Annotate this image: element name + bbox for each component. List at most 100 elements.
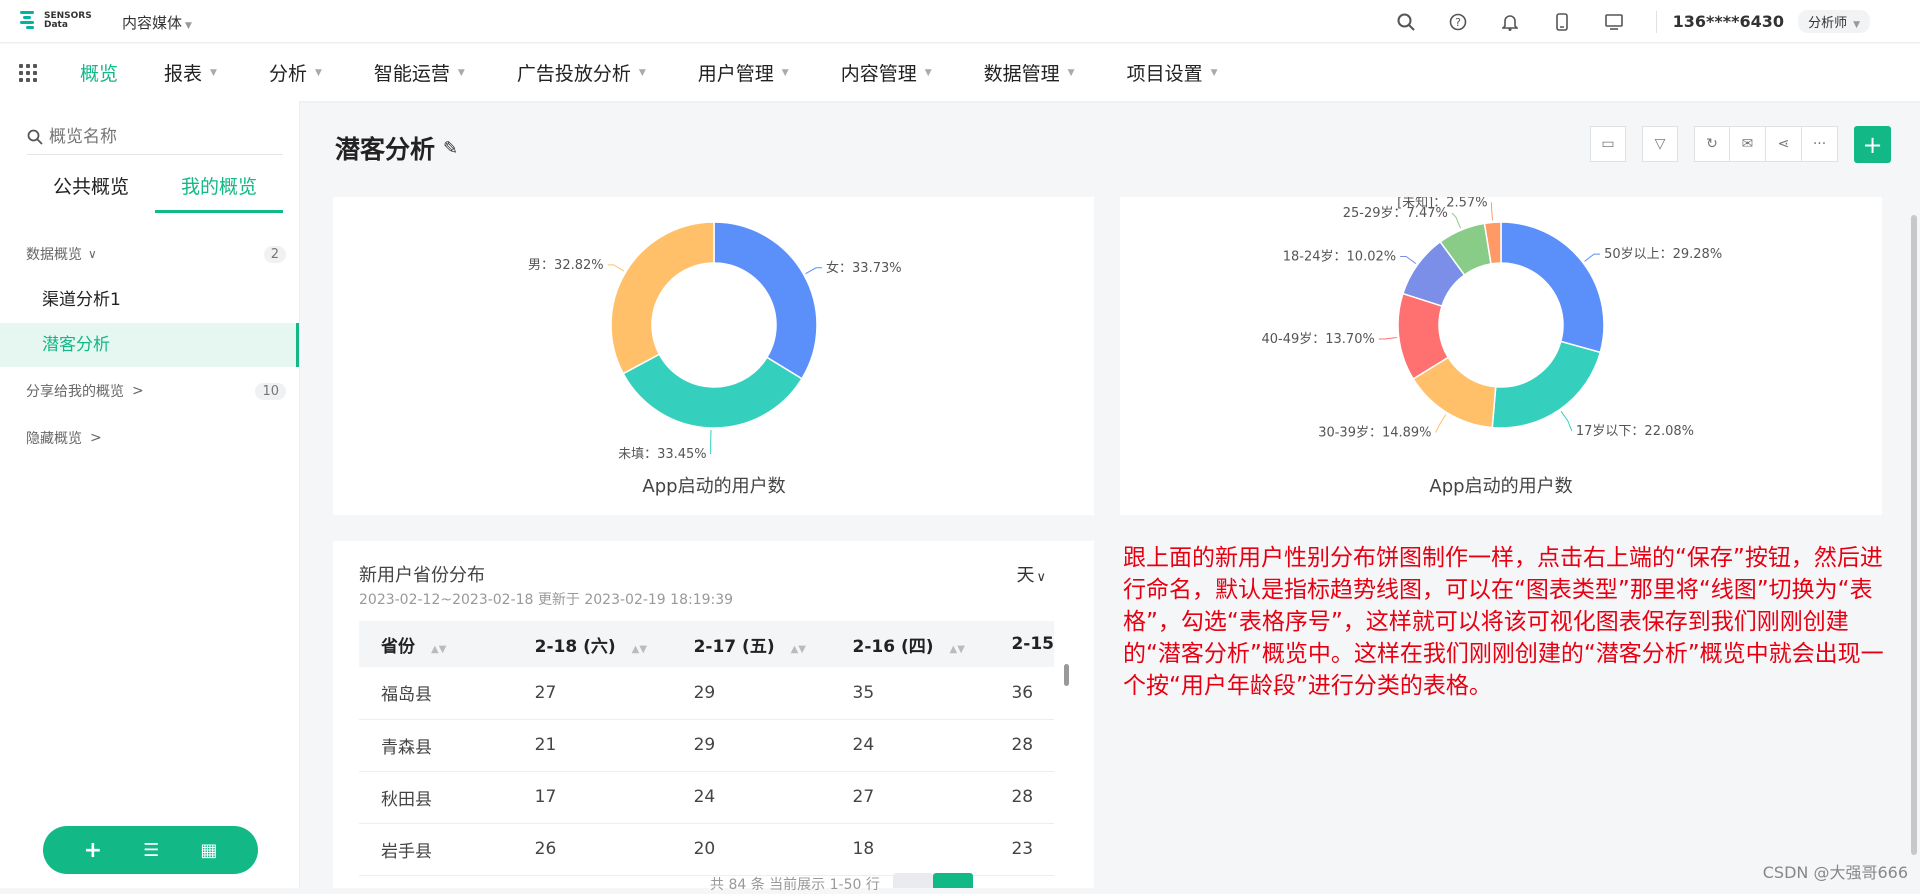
slice-label: 男：32.82% (528, 258, 604, 273)
table-card-province: 新用户省份分布 2023-02-12~2023-02-18 更新于 2023-0… (333, 541, 1094, 888)
filter-icon[interactable]: ▽ (1642, 126, 1678, 162)
sort-list-icon[interactable]: ☰ (143, 840, 159, 861)
page-scrollbar[interactable] (1911, 215, 1917, 855)
sort-icon[interactable]: ▲▼ (431, 644, 446, 655)
pagination-summary: 共 84 条 当前展示 1-50 行 (710, 874, 880, 894)
sidebar-item-prospect-analysis[interactable]: 潜客分析 (0, 323, 299, 367)
table-cell: 35 (831, 667, 990, 719)
slice-label: [未知]：2.57% (1397, 197, 1487, 210)
slice-label: 40-49岁：13.70% (1261, 332, 1374, 347)
main-nav: 概览 报表▼ 分析▼ 智能运营▼ 广告投放分析▼ 用户管理▼ 内容管理▼ 数据管… (0, 44, 1920, 101)
group-label: 数据概览 (26, 244, 82, 264)
gender-donut-chart: 女：33.73%未填：33.45%男：32.82%App启动的用户数 (333, 197, 1094, 515)
chevron-down-icon: ▼ (1068, 68, 1075, 78)
more-icon[interactable]: ··· (1802, 126, 1838, 162)
search-icon[interactable] (1396, 12, 1416, 32)
sensors-data-logo[interactable]: SENSORS Data (20, 10, 92, 32)
role-label: 分析师 (1808, 16, 1847, 31)
sort-icon[interactable]: ▲▼ (791, 644, 806, 655)
chevron-down-icon: ▼ (925, 68, 932, 78)
table-cell: 20 (672, 823, 831, 875)
role-selector[interactable]: 分析师▼ (1798, 10, 1870, 33)
bell-icon[interactable] (1500, 12, 1520, 32)
nav-reports[interactable]: 报表▼ (164, 59, 217, 86)
svg-text:?: ? (1455, 16, 1461, 29)
group-hidden-overview[interactable]: 隐藏概览 > (26, 428, 102, 448)
mobile-icon[interactable] (1552, 12, 1572, 32)
page-title-block: 潜客分析 ✎ (335, 130, 458, 166)
user-account[interactable]: 136****6430 (1673, 12, 1784, 31)
nav-data-mgmt[interactable]: 数据管理▼ (984, 59, 1075, 86)
chevron-down-icon: ▼ (458, 68, 465, 78)
table-scrollbar[interactable] (1064, 664, 1069, 686)
add-chart-button[interactable]: + (1854, 126, 1891, 163)
table-cell: 27 (513, 667, 672, 719)
chart-card-gender: 女：33.73%未填：33.45%男：32.82%App启动的用户数 (333, 197, 1094, 515)
mail-icon[interactable]: ✉ (1730, 126, 1766, 162)
donut-slice[interactable] (611, 222, 714, 374)
column-header[interactable]: 省份 ▲▼ (359, 621, 513, 667)
nav-user-mgmt[interactable]: 用户管理▼ (698, 59, 789, 86)
donut-slice[interactable] (1492, 341, 1600, 428)
sort-icon[interactable]: ▲▼ (950, 644, 965, 655)
table-cell: 青森县 (359, 719, 513, 771)
edit-pencil-icon[interactable]: ✎ (443, 138, 458, 159)
chevron-down-icon: ▼ (782, 68, 789, 78)
sort-icon[interactable]: ▲▼ (632, 644, 647, 655)
nav-overview[interactable]: 概览 (80, 59, 118, 86)
sidebar-item-channel-analysis[interactable]: 渠道分析1 (0, 278, 299, 322)
table-cell: 27 (831, 771, 990, 823)
group-data-overview[interactable]: 数据概览∨ 2 (26, 244, 300, 264)
chevron-down-icon: ▼ (639, 68, 646, 78)
nav-content-mgmt[interactable]: 内容管理▼ (841, 59, 932, 86)
nav-analysis[interactable]: 分析▼ (269, 59, 322, 86)
donut-slice[interactable] (623, 354, 802, 428)
slice-label: 未填：33.45% (618, 447, 707, 462)
leader-line (1379, 338, 1397, 339)
tab-my-overview[interactable]: 我的概览 (155, 167, 283, 213)
refresh-icon[interactable]: ↻ (1694, 126, 1730, 162)
slice-label: 17岁以下：22.08% (1576, 424, 1694, 439)
column-header[interactable]: 2-18 (六)▲▼ (513, 621, 672, 667)
leader-line (1452, 213, 1461, 228)
page-current-button[interactable] (933, 873, 973, 888)
table-cell: 福岛县 (359, 667, 513, 719)
header-label: 2-15 (1011, 634, 1054, 654)
table-row: 秋田县 17 24 27 28 (359, 771, 1054, 823)
header-label: 2-17 (五) (694, 637, 775, 657)
search-input[interactable] (49, 127, 269, 147)
table-cell: 29 (672, 667, 831, 719)
chevron-down-icon: ▼ (315, 68, 322, 78)
nav-project-settings[interactable]: 项目设置▼ (1127, 59, 1218, 86)
top-bar: SENSORS Data 内容媒体▼ ? 136****6430 分析师▼ (0, 0, 1920, 43)
column-header[interactable]: 2-16 (四)▲▼ (831, 621, 990, 667)
donut-slice[interactable] (1501, 222, 1604, 352)
granularity-value: 天 (1016, 565, 1034, 586)
table-header-row: 省份 ▲▼ 2-18 (六)▲▼ 2-17 (五) ▲▼ 2-16 (四)▲▼ 2-… (359, 621, 1054, 667)
chart-caption: App启动的用户数 (1429, 476, 1572, 497)
header-label: 省份 (381, 637, 415, 657)
column-header[interactable]: 2-17 (五) ▲▼ (672, 621, 831, 667)
help-icon[interactable]: ? (1448, 12, 1468, 32)
table-cell: 24 (672, 771, 831, 823)
sidebar-action-bar: + ☰ ▦ (43, 826, 258, 874)
granularity-select[interactable]: 天∨ (1016, 561, 1046, 587)
share-icon[interactable]: ⋖ (1766, 126, 1802, 162)
group-shared-overview[interactable]: 分享给我的概览> 10 (26, 381, 300, 401)
monitor-icon[interactable] (1604, 12, 1624, 32)
donut-slice[interactable] (714, 222, 817, 379)
column-header[interactable]: 2-15 (989, 621, 1054, 667)
project-switcher[interactable]: 内容媒体▼ (122, 12, 192, 33)
add-icon[interactable]: + (84, 838, 102, 863)
grid-view-icon[interactable]: ▦ (200, 840, 217, 861)
chevron-right-icon: > (90, 430, 102, 446)
table-cell: 26 (513, 823, 672, 875)
group-label: 隐藏概览 (26, 428, 82, 448)
calendar-icon[interactable]: ▭ (1590, 126, 1626, 162)
tab-public-overview[interactable]: 公共概览 (27, 167, 155, 213)
nav-label: 报表 (164, 59, 202, 86)
page-prev-button[interactable] (893, 873, 933, 888)
nav-smart-ops[interactable]: 智能运营▼ (374, 59, 465, 86)
apps-grid-icon[interactable] (19, 64, 37, 82)
nav-ad-analysis[interactable]: 广告投放分析▼ (517, 59, 646, 86)
